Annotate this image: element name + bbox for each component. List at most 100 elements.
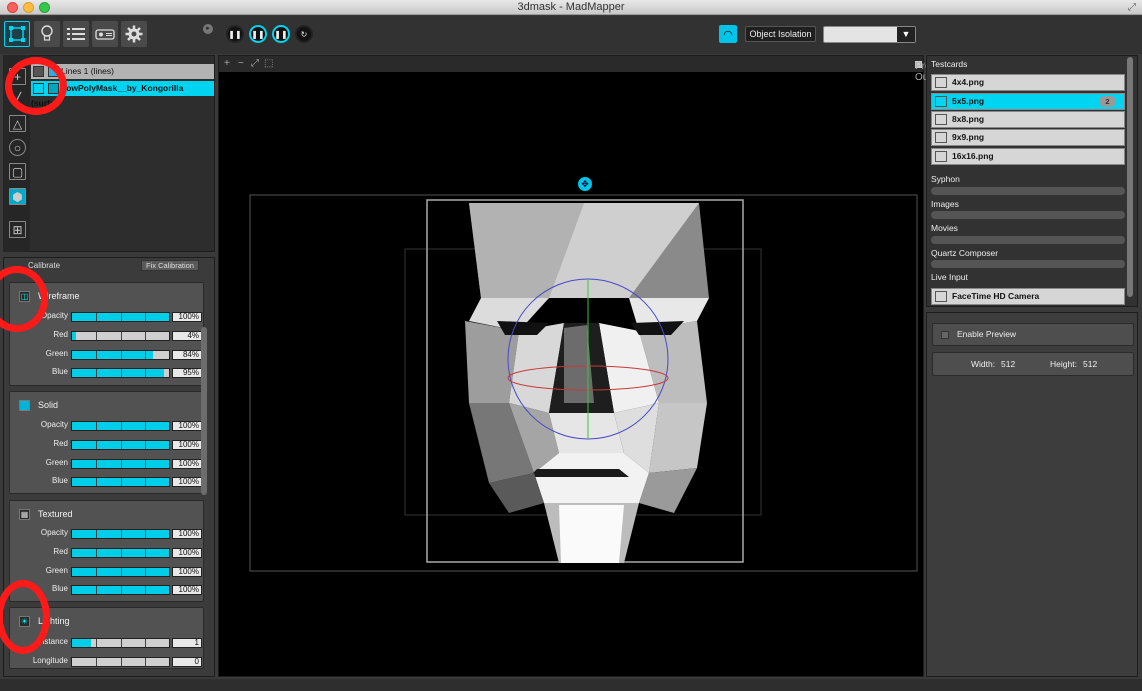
opacity-slider[interactable] xyxy=(71,529,170,539)
pause-layer-button[interactable]: ❚❚ xyxy=(272,25,290,43)
red-slider[interactable] xyxy=(71,548,170,558)
surfaces-tool-icon[interactable] xyxy=(4,21,30,47)
list-icon[interactable] xyxy=(63,21,89,47)
title-bar: 3dmask - MadMapper ⤢ xyxy=(0,0,1142,15)
projector-icon[interactable] xyxy=(92,21,118,47)
inspector-scrollbar[interactable] xyxy=(201,327,207,495)
red-value[interactable]: 4% xyxy=(172,331,202,341)
layer-type-icon xyxy=(48,83,59,94)
layer-visibility-icon[interactable] xyxy=(33,66,44,77)
slider-tick xyxy=(120,332,122,340)
opacity-slider[interactable] xyxy=(71,312,170,322)
red-slider[interactable] xyxy=(71,331,170,341)
blue-value[interactable]: 100% xyxy=(172,585,202,595)
slider-tick xyxy=(144,658,146,666)
red-slider-row: Red 100% xyxy=(10,439,205,451)
layer-row[interactable]: LowPolyMask__by_Kongorilla (surfac xyxy=(31,81,214,108)
reload-icon[interactable]: ↻ xyxy=(295,25,313,43)
blue-slider[interactable] xyxy=(71,368,170,378)
wireframe-icon[interactable]: ◫ xyxy=(19,291,30,302)
height-label: Height: xyxy=(1050,359,1077,369)
checker-icon[interactable]: ▦ xyxy=(19,509,30,520)
add-triangle-icon[interactable]: △ xyxy=(9,115,26,132)
opacity-value[interactable]: 100% xyxy=(172,421,202,431)
mask-viewport[interactable]: ✥ xyxy=(219,73,923,676)
layer-visibility-icon[interactable] xyxy=(33,83,44,94)
solid-icon[interactable] xyxy=(19,400,30,411)
slider-tick xyxy=(120,441,122,449)
lightbulb-icon[interactable]: ☀ xyxy=(19,616,30,627)
zoom-in-icon[interactable]: + xyxy=(224,58,230,69)
blue-label: Blue xyxy=(51,584,68,593)
blue-slider[interactable] xyxy=(71,477,170,487)
blue-slider[interactable] xyxy=(71,585,170,595)
longitude-slider[interactable] xyxy=(71,657,170,667)
frame-icon[interactable]: ⬚ xyxy=(264,58,273,69)
zoom-out-icon[interactable]: − xyxy=(238,58,244,69)
surface-tools-column: + ╱ △ ○ ▢ ⬢ ⊞ xyxy=(3,55,30,252)
width-label: Width: xyxy=(971,359,996,369)
width-value[interactable]: 512 xyxy=(1001,353,1015,375)
live-input-item[interactable]: FaceTime HD Camera xyxy=(931,288,1125,305)
lightbulb-icon[interactable] xyxy=(34,21,60,47)
isolation-icon[interactable]: ◠ xyxy=(719,25,737,43)
distance-slider[interactable] xyxy=(71,638,170,648)
add-circle-icon[interactable]: ○ xyxy=(9,139,26,156)
media-panel: Testcards 4x4.png 5x5.png 2 8x8.png 9x9.p… xyxy=(926,55,1138,307)
opacity-value[interactable]: 100% xyxy=(172,529,202,539)
solid-section: Solid Opacity 100% Red 100% Green 100% Blue… xyxy=(9,391,204,494)
green-value[interactable]: 100% xyxy=(172,459,202,469)
movies-list xyxy=(931,236,1125,244)
add-fixture-icon[interactable]: ⊞ xyxy=(9,221,26,238)
testcard-item[interactable]: 5x5.png 2 xyxy=(931,93,1125,110)
height-value[interactable]: 512 xyxy=(1083,353,1097,375)
longitude-value[interactable]: 0 xyxy=(172,657,202,667)
layer-name: Lines 1 (lines) xyxy=(61,66,114,76)
add-3d-object-icon[interactable]: ⬢ xyxy=(9,188,26,205)
add-line-icon[interactable]: ╱ xyxy=(9,90,26,107)
green-value[interactable]: 84% xyxy=(172,350,202,360)
pause-output-button[interactable]: ❚❚ xyxy=(249,25,267,43)
green-value[interactable]: 100% xyxy=(172,567,202,577)
fullscreen-icon[interactable]: ⤢ xyxy=(1128,2,1136,13)
red-value[interactable]: 100% xyxy=(172,548,202,558)
distance-value[interactable]: 1 xyxy=(172,638,202,648)
slider-tick xyxy=(96,422,98,430)
slider-tick xyxy=(144,422,146,430)
quartz-header: Quartz Composer xyxy=(931,248,999,258)
layer-row[interactable]: Lines 1 (lines) xyxy=(31,64,214,79)
object-isolation-button[interactable]: Object Isolation xyxy=(745,26,816,42)
add-mask-icon[interactable]: ▢ xyxy=(9,163,26,180)
fit-icon[interactable]: ⤢ xyxy=(251,58,259,69)
collapse-panel-icon[interactable]: ▸ xyxy=(203,24,213,34)
opacity-slider[interactable] xyxy=(71,421,170,431)
pause-button[interactable]: ❚❚ xyxy=(226,25,244,43)
red-label: Red xyxy=(53,439,68,448)
blue-slider-row: Blue 100% xyxy=(10,584,205,596)
movies-header: Movies xyxy=(931,223,958,233)
testcard-item[interactable]: 8x8.png xyxy=(931,111,1125,128)
mapping-canvas[interactable]: + − ⤢ ⬚ Preview Output xyxy=(218,55,951,677)
testcard-item[interactable]: 4x4.png xyxy=(931,74,1125,91)
green-slider[interactable] xyxy=(71,459,170,469)
enable-preview-checkbox[interactable]: Enable Preview xyxy=(932,323,1134,346)
media-scrollbar[interactable] xyxy=(1127,57,1133,297)
testcard-item[interactable]: 16x16.png xyxy=(931,148,1125,165)
isolation-dropdown[interactable]: ▼ xyxy=(823,26,916,43)
red-value[interactable]: 100% xyxy=(172,440,202,450)
checkbox-icon xyxy=(941,331,949,339)
wireframe-title: Wireframe xyxy=(38,291,80,301)
green-slider[interactable] xyxy=(71,350,170,360)
green-slider[interactable] xyxy=(71,567,170,577)
lighting-title: Lighting xyxy=(38,616,70,626)
add-quad-icon[interactable]: + xyxy=(9,68,26,85)
live-input-name: FaceTime HD Camera xyxy=(952,291,1040,301)
gear-icon[interactable] xyxy=(121,21,147,47)
blue-value[interactable]: 100% xyxy=(172,477,202,487)
opacity-value[interactable]: 100% xyxy=(172,312,202,322)
fix-calibration-button[interactable]: Fix Calibration xyxy=(141,260,199,271)
blue-value[interactable]: 95% xyxy=(172,368,202,378)
red-slider[interactable] xyxy=(71,440,170,450)
slider-tick xyxy=(120,568,122,576)
testcard-item[interactable]: 9x9.png xyxy=(931,129,1125,146)
